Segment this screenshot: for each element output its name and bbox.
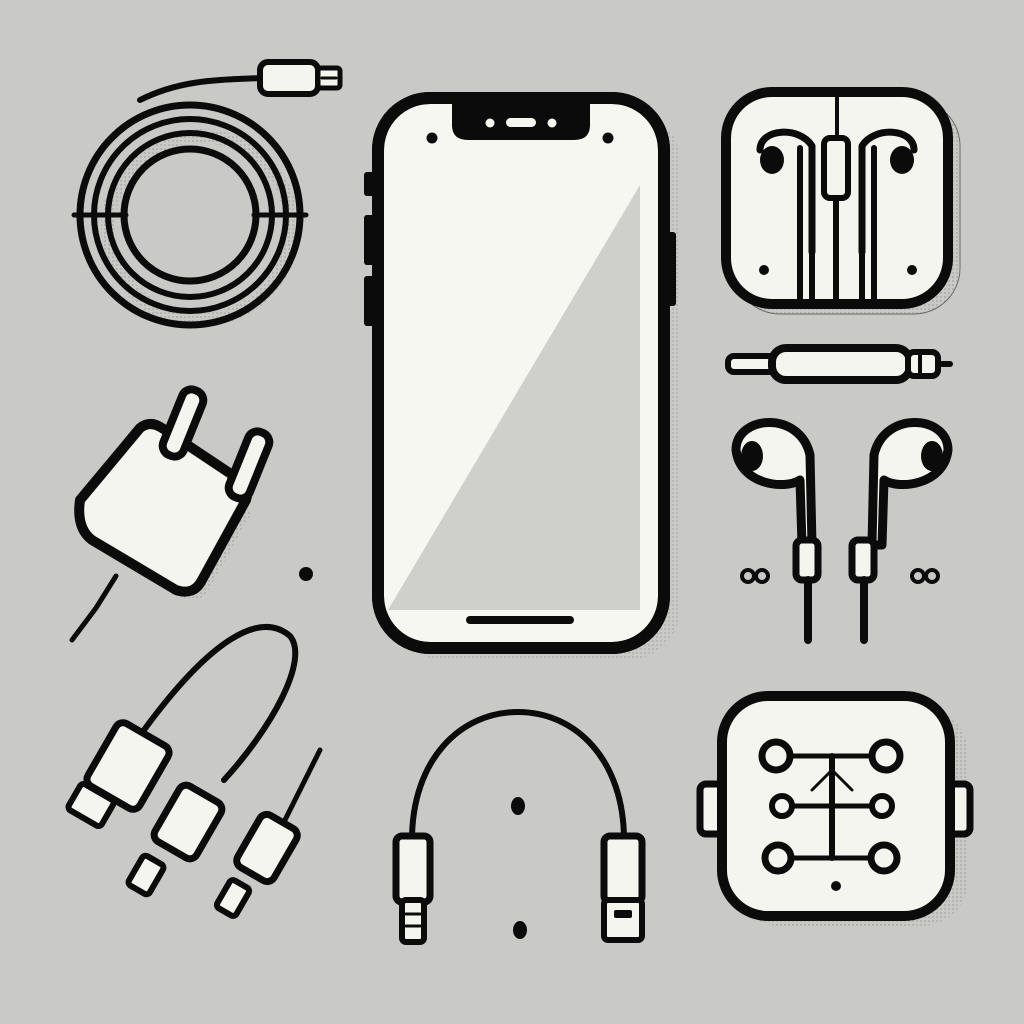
earphones-case-icon — [721, 87, 961, 315]
illustration-svg — [0, 0, 1024, 1024]
circuit-module-icon — [696, 691, 974, 926]
accessories-illustration — [0, 0, 1024, 1024]
smartphone-icon — [364, 92, 680, 660]
